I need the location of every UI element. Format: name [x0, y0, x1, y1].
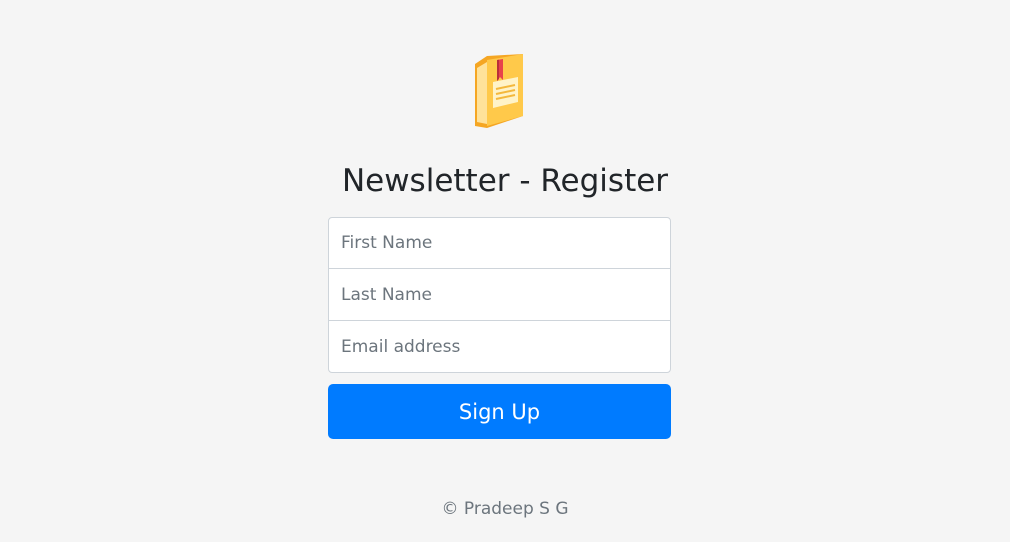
signup-form — [328, 217, 671, 373]
book-icon — [471, 52, 527, 130]
register-page: Newsletter - Register Sign Up © Pradeep … — [0, 0, 1010, 542]
first-name-input[interactable] — [328, 217, 671, 269]
copyright-footer: © Pradeep S G — [441, 499, 569, 519]
email-input[interactable] — [328, 320, 671, 373]
sign-up-button[interactable]: Sign Up — [328, 384, 671, 439]
page-title: Newsletter - Register — [341, 163, 669, 199]
last-name-input[interactable] — [328, 268, 671, 321]
